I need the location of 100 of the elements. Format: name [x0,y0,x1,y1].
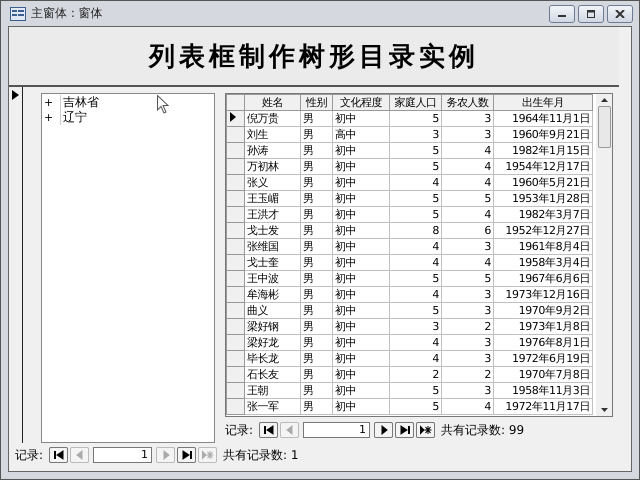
table-cell: 5 [432,160,439,172]
table-cell: 初中 [335,192,356,204]
table-cell: 男 [303,160,314,172]
table-cell: 初中 [335,208,356,220]
table-cell: 初中 [335,224,356,236]
table-cell: 5 [432,144,439,156]
table-cell: 王中波 [247,272,279,284]
tree-list-box[interactable]: + 吉林省 + 辽宁 [41,93,215,443]
table-cell: 戈士奎 [247,256,279,268]
tree-item[interactable]: 吉林省 [61,94,99,111]
restore-icon [586,10,596,18]
table-cell: 梁好钢 [247,320,279,332]
table-cell: 5 [432,384,439,396]
table-cell: 高中 [335,128,356,140]
scroll-up-icon [600,98,608,102]
table-cell: 男 [303,128,314,140]
table-cell: 1960年9月21日 [512,128,590,140]
close-button[interactable] [607,4,633,22]
table-cell: 牟海彬 [247,288,279,300]
table-cell: 4 [484,144,491,156]
table-cell: 1958年3月4日 [518,256,590,268]
current-record-icon [12,90,19,100]
table-cell: 男 [303,368,314,380]
table-cell: 1961年8月4日 [518,240,590,252]
table-cell: 5 [432,192,439,204]
table-cell: 3 [484,128,491,140]
table-cell: 4 [432,288,439,300]
table-cell: 5 [432,304,439,316]
table-cell: 3 [484,288,491,300]
table-cell: 初中 [335,368,356,380]
current-record-icon [230,112,236,122]
last-icon [180,450,193,460]
first-record-button[interactable] [49,447,68,463]
last-record-button[interactable] [395,422,414,438]
record-number-field[interactable]: 1 [303,422,370,438]
table-cell: 4 [432,176,439,188]
table-cell: 男 [303,304,314,316]
table-cell: 男 [303,336,314,348]
window-title: 主窗体 : 窗体 [31,5,103,22]
table-cell: 2 [484,368,491,380]
record-selector[interactable] [9,87,23,443]
table-cell: 男 [303,224,314,236]
column-header[interactable]: 姓名 [244,94,300,110]
table-cell: 初中 [335,320,356,332]
restore-button[interactable] [578,4,604,22]
table-cell: 男 [303,384,314,396]
table-cell: 男 [303,272,314,284]
minimize-button[interactable] [549,4,575,22]
table-cell: 5 [484,192,491,204]
column-header[interactable]: 家庭人口 [390,94,442,110]
column-header[interactable]: 出生年月 [494,94,592,110]
form-heading: 列表框制作树形目录实例 [149,40,479,74]
table-cell: 3 [432,128,439,140]
record-count: 共有记录数: 99 [441,422,524,438]
new-record-button[interactable] [416,422,436,438]
table-cell: 毕长龙 [247,352,279,364]
table-cell: 1972年11月17日 [505,400,590,412]
table-cell: 初中 [335,272,356,284]
table-cell: 4 [484,160,491,172]
column-header[interactable]: 性别 [300,94,332,110]
table-cell: 刘生 [247,128,268,140]
table-cell: 1982年1月15日 [512,144,590,156]
table-cell: 男 [303,144,314,156]
table-cell: 2 [432,368,439,380]
table-cell: 5 [432,272,439,284]
table-cell: 8 [432,224,439,236]
table-cell: 1952年12月27日 [505,224,590,236]
table-cell: 王玉嵋 [247,192,279,204]
table-cell: 4 [432,336,439,348]
vertical-scrollbar[interactable] [596,94,612,416]
first-record-button[interactable] [259,422,278,438]
table-cell: 3 [484,112,491,124]
last-icon [398,425,411,435]
table-cell: 男 [303,256,314,268]
table-cell: 初中 [335,336,356,348]
table-cell: 1960年5月21日 [512,176,590,188]
expand-toggle[interactable]: + [44,110,61,125]
new-record-icon [420,425,432,435]
table-cell: 4 [432,240,439,252]
table-cell: 男 [303,192,314,204]
scroll-thumb[interactable] [598,106,610,148]
table-cell: 初中 [335,256,356,268]
table-cell: 孙涛 [247,144,268,156]
table-cell: 1973年1月8日 [518,320,590,332]
first-icon [262,425,275,435]
table-cell: 初中 [335,112,356,124]
record-number-field[interactable]: 1 [93,447,152,463]
table-cell: 王洪才 [247,208,279,220]
table-cell: 男 [303,288,314,300]
column-header[interactable]: 文化程度 [332,94,390,110]
next-record-button[interactable] [374,422,394,438]
table-cell: 万初林 [247,160,279,172]
table-cell: 6 [484,224,491,236]
table-cell: 4 [484,176,491,188]
column-header[interactable]: 务农人数 [442,94,494,110]
last-record-button[interactable] [177,447,196,463]
tree-item[interactable]: 辽宁 [61,109,87,126]
expand-toggle[interactable]: + [44,95,61,110]
row-selector[interactable] [226,110,244,126]
table-cell: 1964年11月1日 [512,112,590,124]
